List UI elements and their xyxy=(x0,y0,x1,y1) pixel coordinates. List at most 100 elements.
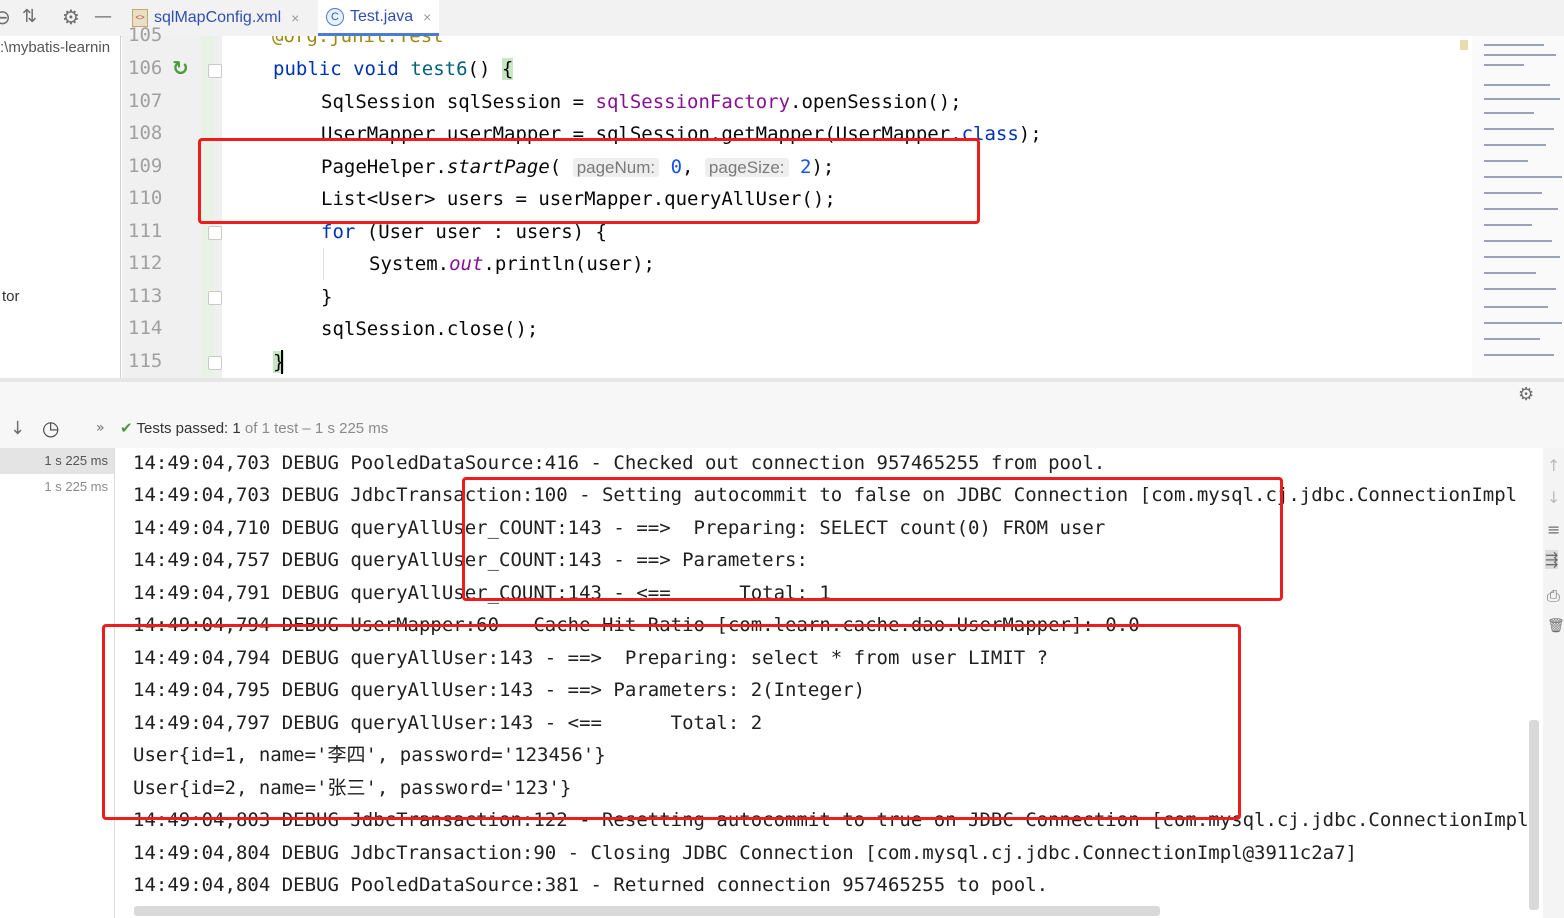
editor-tab-bar: <> sqlMapConfig.xml × C Test.java × xyxy=(122,0,1564,37)
project-toolbar: ⊖ ⇅ ⚙ — xyxy=(0,0,122,37)
keyword: for xyxy=(321,221,356,243)
code-line-108: UserMapper userMapper = sqlSession.getMa… xyxy=(321,118,1042,150)
up-arrow-icon[interactable]: ↑ xyxy=(1547,456,1560,475)
test-results-tree[interactable] xyxy=(0,448,115,918)
down-arrow-icon[interactable]: ↓ xyxy=(1547,488,1560,507)
keyword: void xyxy=(353,58,399,80)
console-line: 14:49:04,794 DEBUG UserMapper:60 - Cache… xyxy=(133,614,1140,636)
run-toolbar: ⚙ ↓ ◷ » xyxy=(0,382,1564,449)
check-icon: ✔ xyxy=(120,419,133,437)
line-number: 115 xyxy=(128,350,163,372)
keyword: class xyxy=(961,123,1019,145)
editor-minimap[interactable] xyxy=(1460,36,1564,378)
collapse-all-icon[interactable]: ⇅ xyxy=(22,6,37,27)
brace-match: { xyxy=(501,58,514,80)
status-label: Tests passed: xyxy=(136,420,229,437)
console-line: User{id=2, name='张三', password='123'} xyxy=(133,777,572,799)
project-tree-item[interactable]: tor xyxy=(2,288,20,305)
field: sqlSessionFactory xyxy=(595,91,791,113)
text-caret xyxy=(281,350,283,374)
keyword: public xyxy=(273,58,342,80)
method-name: test6 xyxy=(410,58,468,80)
history-icon[interactable]: ◷ xyxy=(42,416,59,440)
code-line-111: for (User user : users) { xyxy=(321,216,607,248)
console-line: User{id=1, name='李四', password='123456'} xyxy=(133,744,606,766)
code-text: .openSession(); xyxy=(790,91,962,113)
test-tree-row[interactable]: 1 s 225 ms xyxy=(0,474,114,500)
line-number: 114 xyxy=(128,317,163,339)
code-text: SqlSession sqlSession = xyxy=(321,91,596,113)
code-text: (User user : users) { xyxy=(355,221,607,243)
number-literal: 2 xyxy=(800,156,812,178)
test-status: ✔ Tests passed: 1 of 1 test – 1 s 225 ms xyxy=(120,419,388,437)
console-line: 14:49:04,797 DEBUG queryAllUser:143 - <=… xyxy=(133,712,763,734)
tab-label: sqlMapConfig.xml xyxy=(154,9,282,26)
globe-icon[interactable]: ⊖ xyxy=(0,5,11,29)
code-text: ); xyxy=(1018,123,1042,145)
code-line-112: System.out.println(user); xyxy=(369,248,655,280)
status-count: 1 xyxy=(232,420,241,437)
test-duration: 1 s 225 ms xyxy=(44,453,108,468)
line-number: 105 xyxy=(128,24,162,46)
print-icon[interactable]: ⎙ xyxy=(1547,586,1560,606)
fold-marker-icon[interactable] xyxy=(208,64,222,78)
code-text: .println(user); xyxy=(483,253,655,275)
test-tree-row-selected[interactable]: 1 s 225 ms xyxy=(0,448,114,474)
console-line: 14:49:04,803 DEBUG JdbcTransaction:122 -… xyxy=(133,809,1529,831)
console-line: 14:49:04,791 DEBUG queryAllUser_COUNT:14… xyxy=(133,582,831,604)
horizontal-scrollbar[interactable] xyxy=(134,906,1160,916)
code-text: ( xyxy=(549,156,573,178)
code-text: PageHelper. xyxy=(321,156,447,178)
project-tree-path[interactable]: :\mybatis-learnin xyxy=(0,39,110,56)
parameter-hint: pageNum: xyxy=(572,158,660,177)
code-editor[interactable]: @org.junit.Test public void test6() { Sq… xyxy=(222,36,1472,378)
more-icon[interactable]: » xyxy=(96,420,105,436)
console-line: 14:49:04,757 DEBUG queryAllUser_COUNT:14… xyxy=(133,549,820,571)
code-text: UserMapper userMapper = sqlSession.getMa… xyxy=(321,123,962,145)
tab-label: Test.java xyxy=(350,7,414,25)
method-call: startPage xyxy=(446,156,550,178)
console-line: 14:49:04,795 DEBUG queryAllUser:143 - ==… xyxy=(133,679,866,701)
code-text: () xyxy=(467,58,502,80)
project-panel xyxy=(0,36,121,378)
close-tab-icon[interactable]: × xyxy=(423,9,431,25)
line-number: 112 xyxy=(128,252,163,274)
console-line: 14:49:04,703 DEBUG JdbcTransaction:100 -… xyxy=(133,484,1518,506)
annotation: @org.junit.Test xyxy=(272,36,444,47)
code-line-110: List<User> users = userMapper.queryAllUs… xyxy=(321,188,836,210)
console-side-toolbar: ↑ ↓ ≡ ⇶ ⎙ 🗑 xyxy=(1543,448,1564,918)
sort-down-icon[interactable]: ↓ xyxy=(10,418,25,439)
run-test-icon[interactable]: ↻ xyxy=(172,56,189,80)
minimize-icon[interactable]: — xyxy=(94,6,112,27)
parameter-hint: pageSize: xyxy=(704,158,789,177)
line-number: 108 xyxy=(128,122,163,144)
status-detail: of 1 test – 1 s 225 ms xyxy=(244,420,389,437)
indent-guide xyxy=(323,248,324,280)
settings-icon[interactable]: ⚙ xyxy=(62,5,80,29)
fold-marker-icon[interactable] xyxy=(208,226,222,240)
fold-marker-icon[interactable] xyxy=(208,356,222,370)
test-duration: 1 s 225 ms xyxy=(44,479,108,494)
fold-marker-icon[interactable] xyxy=(208,291,222,305)
console-line: 14:49:04,794 DEBUG queryAllUser:143 - ==… xyxy=(133,647,1049,669)
scroll-to-end-icon[interactable]: ⇶ xyxy=(1545,550,1559,569)
code-line-105: @org.junit.Test xyxy=(272,36,444,52)
soft-wrap-icon[interactable]: ≡ xyxy=(1547,520,1560,539)
line-number: 113 xyxy=(128,285,163,307)
vcs-change-stripe xyxy=(201,36,214,378)
code-line-107: SqlSession sqlSession = sqlSessionFactor… xyxy=(321,86,962,118)
code-text: System. xyxy=(369,253,450,275)
settings-icon[interactable]: ⚙ xyxy=(1518,384,1534,405)
console-output[interactable]: 14:49:04,703 DEBUG PooledDataSource:416 … xyxy=(115,448,1543,918)
tab-test-java[interactable]: C Test.java × xyxy=(318,0,440,36)
static-field: out xyxy=(449,253,484,275)
line-number: 107 xyxy=(128,90,163,112)
console-line: 14:49:04,804 DEBUG JdbcTransaction:90 - … xyxy=(133,842,1357,864)
trash-icon[interactable]: 🗑 xyxy=(1547,618,1564,634)
console-line: 14:49:04,804 DEBUG PooledDataSource:381 … xyxy=(133,874,1049,896)
code-line-113: } xyxy=(321,286,333,308)
vertical-scrollbar[interactable] xyxy=(1529,720,1539,910)
close-tab-icon[interactable]: × xyxy=(291,10,299,26)
java-class-icon: C xyxy=(326,7,344,26)
line-number: 111 xyxy=(128,220,163,242)
